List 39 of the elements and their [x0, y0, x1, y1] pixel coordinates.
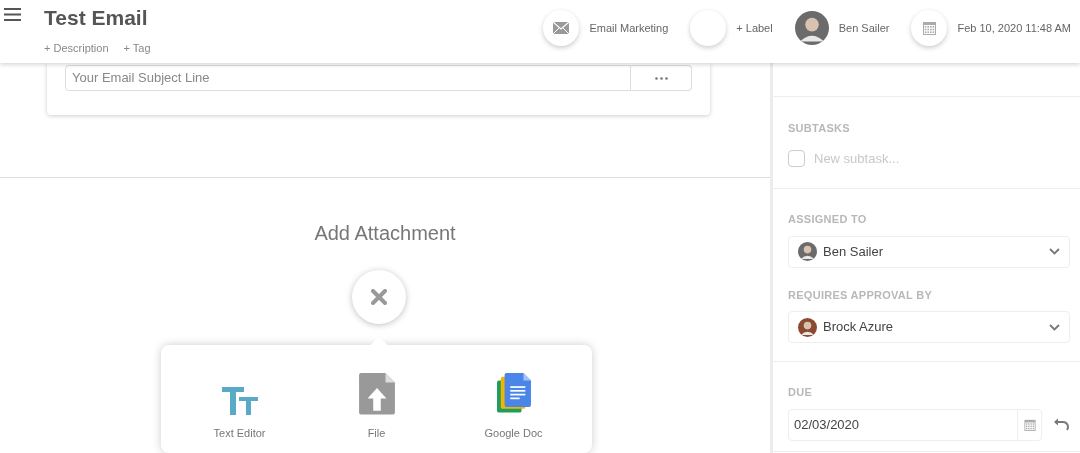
undo-icon[interactable] [1054, 417, 1070, 432]
calendar-icon[interactable] [1023, 418, 1036, 431]
add-link[interactable]: + Tag [123, 40, 151, 57]
user-select[interactable]: Ben Sailer [788, 235, 1070, 268]
avatar [794, 11, 829, 45]
section-label: REQUIRES APPROVAL BY [788, 287, 934, 303]
user-name: Brock Azure [823, 318, 895, 337]
chip-label[interactable]: Email Marketing [589, 19, 669, 37]
menu-icon[interactable] [4, 8, 21, 21]
file-upload-icon [357, 373, 396, 415]
section-label: ASSIGNED TO [788, 212, 868, 227]
add-link[interactable]: + Description [44, 40, 109, 57]
chevron-down-icon [1049, 248, 1060, 255]
close-icon [371, 289, 387, 306]
more-icon [654, 76, 668, 80]
subtask-checkbox[interactable] [788, 149, 805, 167]
subject-field[interactable]: Your Email Subject Line [65, 65, 631, 91]
user-select[interactable]: Brock Azure [788, 311, 1070, 343]
text-size-icon [221, 386, 258, 415]
calendar-icon[interactable] [911, 10, 948, 46]
avatar [798, 242, 817, 261]
task-title: Test Email [44, 5, 149, 31]
section-label: SUBTASKS [788, 121, 851, 136]
chevron-down-icon [1049, 323, 1060, 331]
envelope-icon[interactable] [543, 10, 580, 46]
attachment-option[interactable]: Google Doc [445, 373, 582, 442]
user-name: Ben Sailer [823, 242, 884, 261]
attachment-title: Add Attachment [313, 221, 457, 247]
chip-label[interactable]: + Label [736, 19, 773, 37]
more-button[interactable] [631, 65, 692, 91]
document-stack-icon [495, 373, 532, 415]
chip-label[interactable]: Ben Sailer [838, 19, 890, 37]
close-button[interactable] [352, 270, 406, 325]
section-label: DUE [788, 385, 814, 400]
attachment-option[interactable]: File [308, 373, 445, 442]
due-date-field[interactable]: 02/03/2020 [788, 408, 1042, 441]
chip-label[interactable]: Feb 10, 2020 11:48 AM [957, 19, 1071, 37]
attachment-option[interactable]: Text Editor [171, 373, 308, 442]
avatar [798, 317, 817, 337]
